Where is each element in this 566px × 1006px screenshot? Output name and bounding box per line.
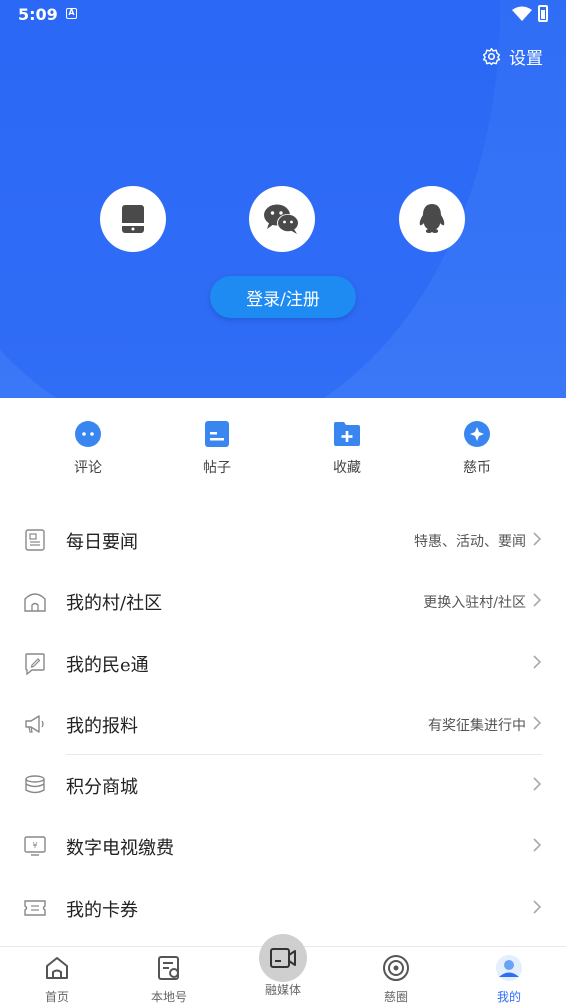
menu-item-points-mall[interactable]: 积分商城 [0, 754, 566, 815]
qq-icon [419, 204, 445, 233]
nav-item-local[interactable]: 本地号 [129, 953, 209, 1005]
phone-login-button[interactable] [100, 186, 166, 252]
chevron-right-icon [533, 532, 542, 546]
edit-icon [25, 652, 45, 675]
svg-text:¥: ¥ [32, 841, 37, 850]
nav-label: 本地号 [150, 990, 187, 1004]
quick-item-favorites[interactable]: 收藏 [302, 420, 392, 477]
chevron-right-icon [533, 655, 542, 669]
quick-label: 评论 [74, 460, 102, 476]
nav-item-home[interactable]: 首页 [17, 953, 97, 1005]
wifi-icon [512, 6, 532, 26]
tv-payment-icon: ¥ [24, 836, 46, 857]
nav-label: 我的 [496, 990, 521, 1004]
favorites-icon [334, 422, 360, 446]
notification-icon: A [66, 8, 77, 19]
home-nav-icon [46, 957, 68, 979]
chevron-right-icon [533, 838, 542, 853]
wechat-login-button[interactable] [249, 186, 315, 252]
media-center-button[interactable] [259, 934, 307, 982]
nav-label: 首页 [44, 990, 69, 1004]
quick-label: 帖子 [203, 460, 231, 476]
phone-icon [122, 205, 144, 233]
quick-actions: 评论 帖子 收藏 慈币 [0, 398, 566, 498]
ticket-icon [24, 900, 46, 916]
menu-hint: 特惠、活动、要闻 [414, 534, 526, 550]
menu-label: 积分商城 [66, 777, 138, 799]
menu-label: 我的村/社区 [66, 593, 163, 615]
coins-stack-icon [25, 775, 45, 794]
gear-icon [482, 47, 501, 66]
nav-item-mine[interactable]: 我的 [469, 953, 549, 1005]
wechat-icon [264, 204, 299, 234]
qq-login-button[interactable] [399, 186, 465, 252]
menu-label: 每日要闻 [66, 532, 138, 553]
menu-label: 我的民e通 [66, 654, 149, 676]
menu-divider [66, 754, 542, 755]
settings-label: 设置 [509, 49, 543, 69]
chevron-right-icon [533, 716, 542, 730]
local-icon [158, 956, 179, 980]
settings-button[interactable]: 设置 [482, 44, 543, 69]
login-register-button[interactable]: 登录/注册 [210, 276, 356, 318]
status-time: 5:09 [18, 5, 58, 24]
battery-icon [538, 5, 548, 22]
chevron-right-icon [533, 900, 542, 914]
quick-item-comments[interactable]: 评论 [43, 420, 133, 477]
nav-label: 慈圈 [383, 990, 408, 1004]
menu-label: 我的报料 [66, 715, 138, 737]
menu-hint: 有奖征集进行中 [428, 717, 526, 734]
menu-item-village[interactable]: 我的村/社区 更换入驻村/社区 [0, 570, 566, 631]
comment-icon [75, 421, 101, 447]
nav-label: 融媒体 [264, 983, 301, 997]
menu-item-reports[interactable]: 我的报料 有奖征集进行中 [0, 693, 566, 754]
nav-item-ciquan[interactable]: 慈圈 [356, 953, 436, 1005]
nav-item-media[interactable]: 融媒体 [243, 981, 323, 998]
coin-icon [464, 421, 490, 447]
menu-item-tv-payment[interactable]: ¥ 数字电视缴费 [0, 815, 566, 876]
menu-item-daily-news[interactable]: 每日要闻 特惠、活动、要闻 [0, 509, 566, 570]
quick-item-coins[interactable]: 慈币 [432, 420, 522, 477]
video-icon [270, 948, 296, 968]
status-bar: 5:09 A [0, 0, 566, 30]
menu-list: 每日要闻 特惠、活动、要闻 我的村/社区 更换入驻村/社区 我的民e通 我的报料… [0, 509, 566, 938]
quick-label: 收藏 [333, 460, 361, 476]
quick-label: 慈币 [463, 460, 491, 476]
profile-icon [496, 955, 522, 981]
menu-hint: 更换入驻村/社区 [423, 595, 526, 612]
chevron-right-icon [533, 593, 542, 607]
chevron-right-icon [533, 777, 542, 791]
menu-label: 数字电视缴费 [66, 838, 174, 860]
menu-item-vouchers[interactable]: 我的卡券 [0, 877, 566, 938]
target-icon [383, 955, 409, 981]
post-icon [205, 421, 229, 447]
home-icon [24, 593, 46, 612]
menu-label: 我的卡券 [66, 899, 138, 921]
quick-item-posts[interactable]: 帖子 [172, 420, 262, 477]
menu-item-min-e-tong[interactable]: 我的民e通 [0, 632, 566, 693]
megaphone-icon [25, 715, 44, 733]
profile-header: 5:09 A 设置 登录/注册 [0, 0, 566, 398]
newspaper-icon [25, 529, 45, 551]
